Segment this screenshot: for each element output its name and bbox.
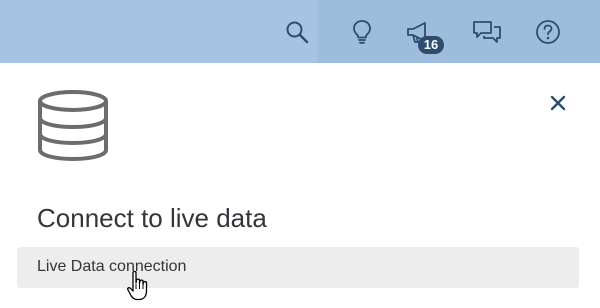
ideas-button[interactable] xyxy=(340,10,384,54)
panel-title: Connect to live data xyxy=(37,203,267,233)
notifications-button[interactable]: 16 xyxy=(396,10,444,54)
chat-icon xyxy=(472,19,502,45)
database-icon xyxy=(34,88,112,169)
notification-count-badge: 16 xyxy=(418,36,444,54)
search-button[interactable] xyxy=(275,10,319,54)
lightbulb-icon xyxy=(351,19,373,45)
help-icon xyxy=(535,19,561,45)
feedback-button[interactable] xyxy=(465,10,509,54)
close-icon xyxy=(550,95,566,116)
close-button[interactable] xyxy=(545,92,571,118)
option-live-data-connection[interactable]: Live Data connection xyxy=(17,247,579,288)
option-label: Live Data connection xyxy=(37,258,187,275)
search-icon xyxy=(285,20,309,44)
help-button[interactable] xyxy=(526,10,570,54)
shell-header: 16 xyxy=(0,0,600,63)
